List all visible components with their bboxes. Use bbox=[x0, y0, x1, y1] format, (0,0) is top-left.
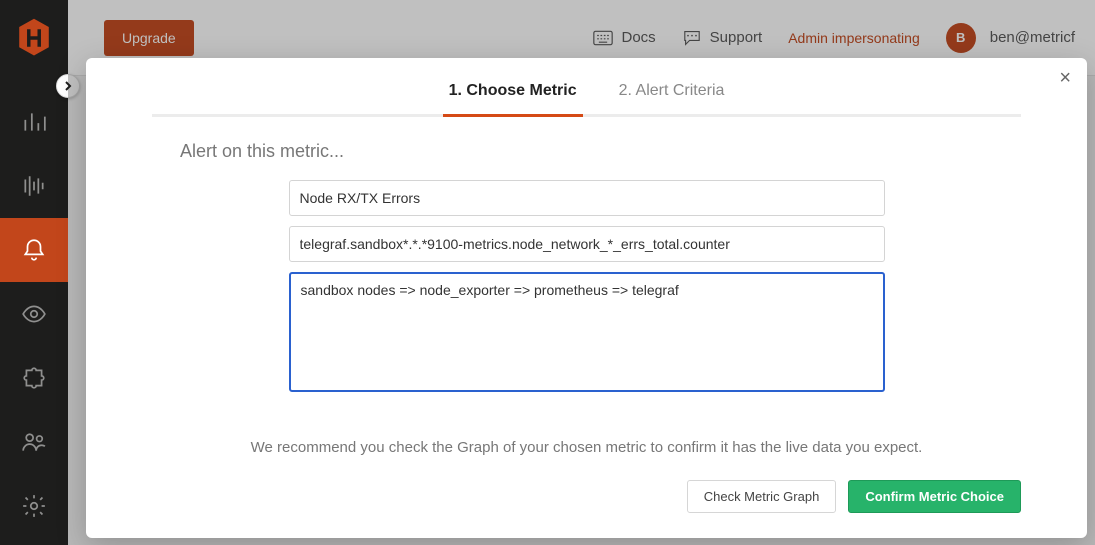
metric-form bbox=[289, 180, 885, 397]
puzzle-icon bbox=[21, 365, 47, 391]
close-icon[interactable]: × bbox=[1059, 68, 1071, 88]
metric-name-input[interactable] bbox=[289, 180, 885, 216]
graph-hint: We recommend you check the Graph of your… bbox=[152, 439, 1021, 456]
bar-chart-icon bbox=[21, 109, 47, 135]
alert-modal: × 1. Choose Metric 2. Alert Criteria Ale… bbox=[86, 58, 1087, 538]
metric-path-input[interactable] bbox=[289, 226, 885, 262]
bell-icon bbox=[21, 237, 47, 263]
nav-alerts[interactable] bbox=[0, 218, 68, 282]
nav-settings[interactable] bbox=[0, 474, 68, 538]
users-icon bbox=[21, 429, 47, 455]
tab-alert-criteria[interactable]: 2. Alert Criteria bbox=[613, 82, 731, 117]
nav-users[interactable] bbox=[0, 410, 68, 474]
equalizer-icon bbox=[21, 173, 47, 199]
nav-dashboards[interactable] bbox=[0, 90, 68, 154]
check-graph-button[interactable]: Check Metric Graph bbox=[687, 480, 837, 513]
tab-choose-metric[interactable]: 1. Choose Metric bbox=[443, 82, 583, 117]
eye-icon bbox=[21, 301, 47, 327]
modal-actions: Check Metric Graph Confirm Metric Choice bbox=[152, 480, 1021, 513]
confirm-metric-button[interactable]: Confirm Metric Choice bbox=[848, 480, 1021, 513]
nav-integrations[interactable] bbox=[0, 346, 68, 410]
nav-visibility[interactable] bbox=[0, 282, 68, 346]
metric-description-textarea[interactable] bbox=[289, 272, 885, 392]
gear-icon bbox=[21, 493, 47, 519]
section-title: Alert on this metric... bbox=[180, 141, 1021, 162]
app-logo bbox=[14, 18, 54, 58]
modal-tabs: 1. Choose Metric 2. Alert Criteria bbox=[152, 82, 1021, 117]
hex-logo-icon bbox=[14, 18, 54, 58]
nav-metrics[interactable] bbox=[0, 154, 68, 218]
